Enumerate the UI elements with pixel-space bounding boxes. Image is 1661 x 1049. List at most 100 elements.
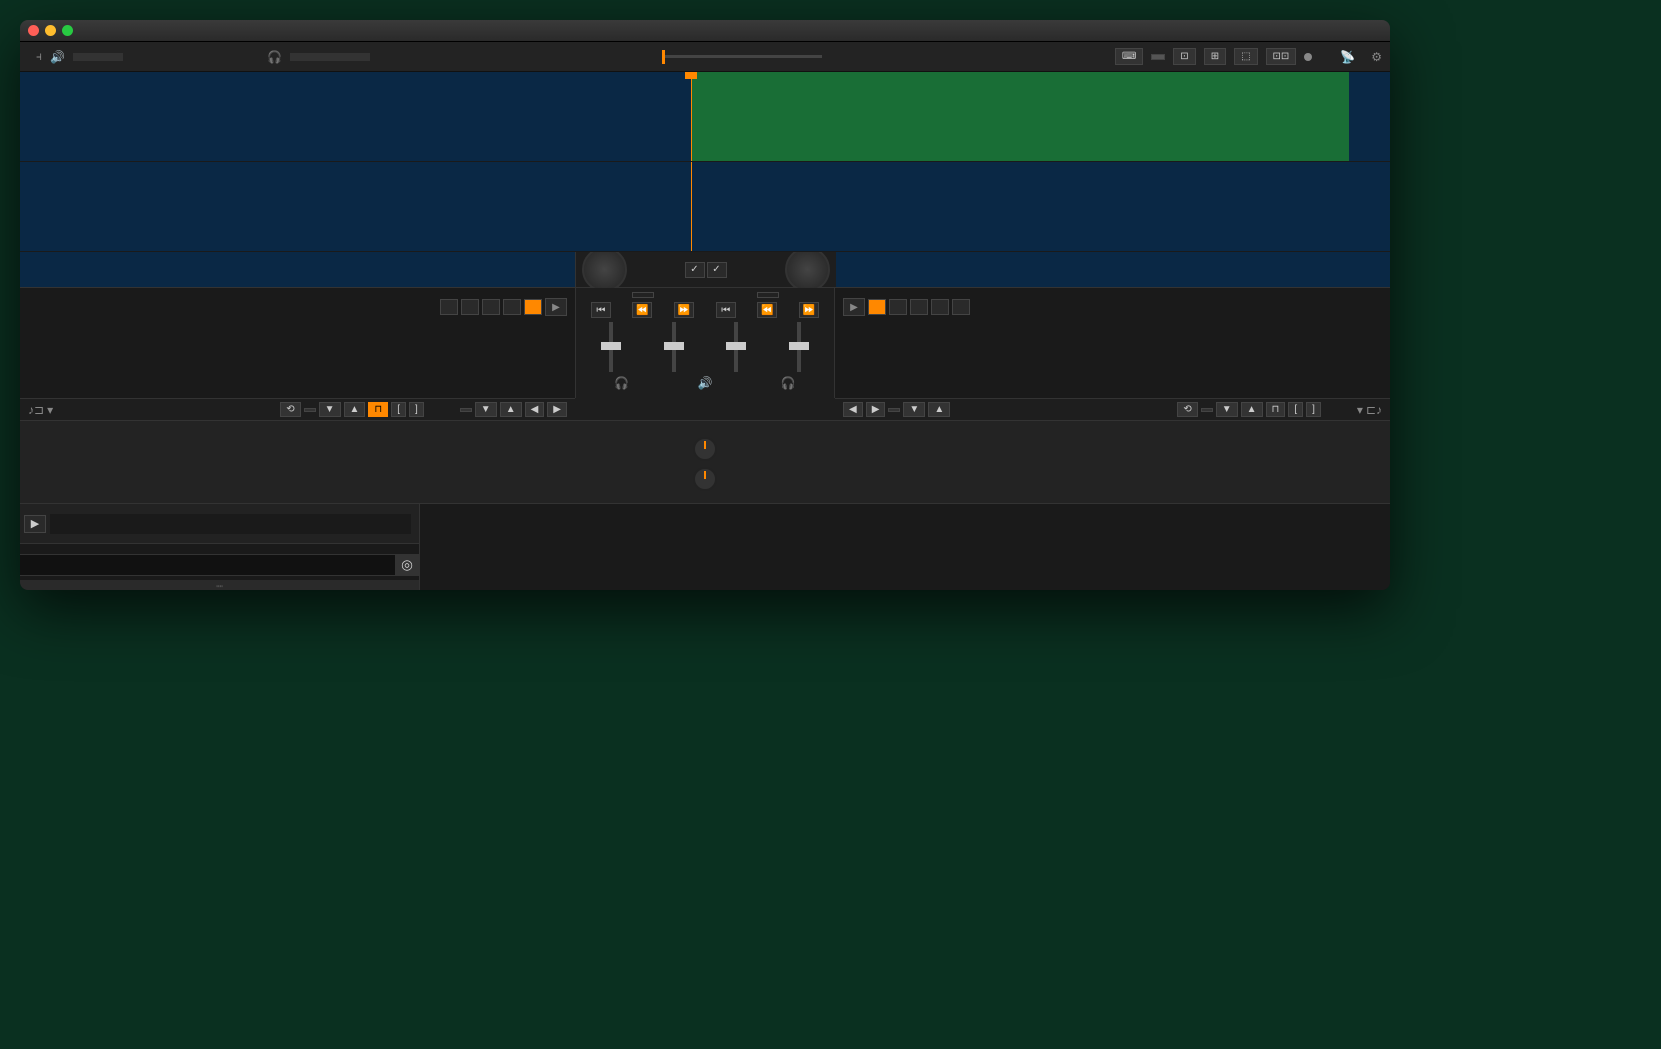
fx-mix-knob[interactable] <box>693 467 717 491</box>
deck1-back[interactable]: ⏪ <box>632 302 652 318</box>
maximize-button[interactable] <box>62 25 73 36</box>
loop-repeat[interactable]: ⟲ <box>280 402 300 417</box>
sampler-button[interactable]: ⊡ <box>1173 48 1195 65</box>
loop-toggle[interactable]: ⊓ <box>368 402 388 417</box>
rec-button[interactable] <box>1320 55 1332 59</box>
preview-tab-4[interactable] <box>60 548 70 550</box>
mic-button[interactable]: ⊞ <box>1204 48 1226 65</box>
loop-out[interactable]: ] <box>1306 402 1321 417</box>
deck2-overview[interactable] <box>836 252 1391 287</box>
deck1-fwd[interactable]: ⏩ <box>674 302 694 318</box>
deck2-cue-4[interactable] <box>952 299 970 315</box>
beatjump-back[interactable]: ◀ <box>843 402 863 417</box>
chevron-down-icon[interactable]: ▾ <box>1357 403 1363 417</box>
deck2-fwd[interactable]: ⏩ <box>799 302 819 318</box>
deck1-rewind[interactable]: ⏮ <box>591 302 611 318</box>
preview-play[interactable]: ▶ <box>24 515 46 533</box>
deck2-key-bpm[interactable] <box>757 292 779 298</box>
deck1-panel: ▶ <box>20 288 575 398</box>
sync-tick[interactable]: ✓ <box>685 262 705 278</box>
deck1-key-bpm[interactable] <box>632 292 654 298</box>
deck2-volume[interactable] <box>797 322 801 372</box>
deck1-cue-3[interactable] <box>482 299 500 315</box>
beatjump-fwd[interactable]: ▶ <box>866 402 886 417</box>
deck1-headphone[interactable]: 🎧 <box>614 376 629 390</box>
deck2-quantize[interactable] <box>868 299 886 315</box>
deck2-cue-3[interactable] <box>931 299 949 315</box>
beatjump-down[interactable]: ▼ <box>903 402 925 417</box>
loop-double[interactable]: ▲ <box>344 402 366 417</box>
fx1-super-knob[interactable] <box>693 437 717 461</box>
layout-button[interactable]: ⊡⊡ <box>1266 48 1297 65</box>
beatjump-back[interactable]: ◀ <box>525 402 545 417</box>
loop-repeat[interactable]: ⟲ <box>1177 402 1197 417</box>
deck-info-row: ▶ ⏮ ⏪ ⏩ ⏮ ⏪ ⏩ 🎧 <box>20 287 1390 398</box>
library-sidebar: ▶ ◎ ┉ <box>20 504 420 590</box>
deck2-play-button[interactable]: ▶ <box>843 298 865 316</box>
app-window: ⫞ 🔊 🎧 ⌨ ⊡ ⊞ ⬚ ⊡⊡ 📡 ⚙ ✓ ✓ <box>20 20 1390 590</box>
minimize-button[interactable] <box>45 25 56 36</box>
deck1-volume[interactable] <box>609 322 613 372</box>
deck2-rate[interactable] <box>734 322 738 372</box>
beatjump-up[interactable]: ▲ <box>928 402 950 417</box>
collapse-icon[interactable]: ⫞ <box>36 49 42 64</box>
beatjump-size[interactable] <box>460 408 472 412</box>
headphone-mix-slider[interactable] <box>290 53 370 61</box>
master-vu-meter <box>73 53 123 61</box>
beatjump-down[interactable]: ▼ <box>475 402 497 417</box>
preview-waveform[interactable] <box>50 514 411 534</box>
loop-double[interactable]: ▲ <box>1241 402 1263 417</box>
loop-size[interactable] <box>1201 408 1213 412</box>
deck1-waveform[interactable] <box>20 72 1390 162</box>
deck2-spinny[interactable] <box>785 247 830 292</box>
volume-icon[interactable]: 🔊 <box>50 50 65 64</box>
fx-toggle-button[interactable] <box>1151 54 1165 60</box>
deck1-quantize[interactable] <box>524 299 542 315</box>
deck1-rate[interactable] <box>672 322 676 372</box>
deck1-cue-4[interactable] <box>503 299 521 315</box>
preview-deck: ▶ <box>20 504 419 544</box>
deck1-play-button[interactable]: ▶ <box>545 298 567 316</box>
library: ▶ ◎ ┉ <box>20 503 1390 590</box>
deck2-cue-1[interactable] <box>889 299 907 315</box>
search-clear-button[interactable]: ◎ <box>395 555 419 575</box>
deck1-cue-1[interactable] <box>440 299 458 315</box>
search-input[interactable] <box>20 555 395 575</box>
loop-size[interactable] <box>304 408 316 412</box>
splitter-handle[interactable]: ┉ <box>20 580 419 590</box>
loop-out[interactable]: ] <box>409 402 424 417</box>
close-button[interactable] <box>28 25 39 36</box>
deck1-overview[interactable] <box>20 252 576 287</box>
preview-tab-3[interactable] <box>48 548 58 550</box>
deck1-loop-row: ♪⊐ ▾ ⟲ ▼ ▲ ⊓ [ ] ▼ ▲ ◀ ▶ <box>20 398 575 420</box>
vinyl-button[interactable]: ⬚ <box>1234 48 1257 65</box>
loop-half[interactable]: ▼ <box>1216 402 1238 417</box>
deck1-cue-2[interactable] <box>461 299 479 315</box>
deck2-cue-2[interactable] <box>910 299 928 315</box>
main-toolbar: ⫞ 🔊 🎧 ⌨ ⊡ ⊞ ⬚ ⊡⊡ 📡 ⚙ <box>20 42 1390 72</box>
loop-half[interactable]: ▼ <box>319 402 341 417</box>
loop-in[interactable]: [ <box>391 402 406 417</box>
crossfader[interactable] <box>662 55 822 58</box>
keyboard-button[interactable]: ⌨ <box>1115 48 1143 65</box>
deck2-loop-row: ◀ ▶ ▼ ▲ ⟲ ▼ ▲ ⊓ [ ] ▾ ⊏♪ <box>835 398 1390 420</box>
loop-icon[interactable]: ⊏♪ <box>1366 403 1382 417</box>
chevron-down-icon[interactable]: ▾ <box>47 403 53 417</box>
beatjump-size[interactable] <box>888 408 900 412</box>
broadcast-icon[interactable]: 📡 <box>1340 50 1355 64</box>
preview-tab-1[interactable] <box>24 548 34 550</box>
settings-icon[interactable]: ⚙ <box>1371 50 1382 64</box>
deck2-headphone[interactable]: 🎧 <box>781 376 796 390</box>
deck1-spinny[interactable] <box>582 247 627 292</box>
loop-toggle[interactable]: ⊓ <box>1266 402 1286 417</box>
beatjump-up[interactable]: ▲ <box>500 402 522 417</box>
headphone-icon[interactable]: 🎧 <box>267 50 282 64</box>
sync-tick[interactable]: ✓ <box>707 262 727 278</box>
loop-icon[interactable]: ♪⊐ <box>28 403 44 417</box>
loop-in[interactable]: [ <box>1288 402 1303 417</box>
deck2-waveform[interactable] <box>20 162 1390 252</box>
deck2-back[interactable]: ⏪ <box>757 302 777 318</box>
beatjump-fwd[interactable]: ▶ <box>547 402 567 417</box>
deck2-rewind[interactable]: ⏮ <box>716 302 736 318</box>
preview-tab-2[interactable] <box>36 548 46 550</box>
